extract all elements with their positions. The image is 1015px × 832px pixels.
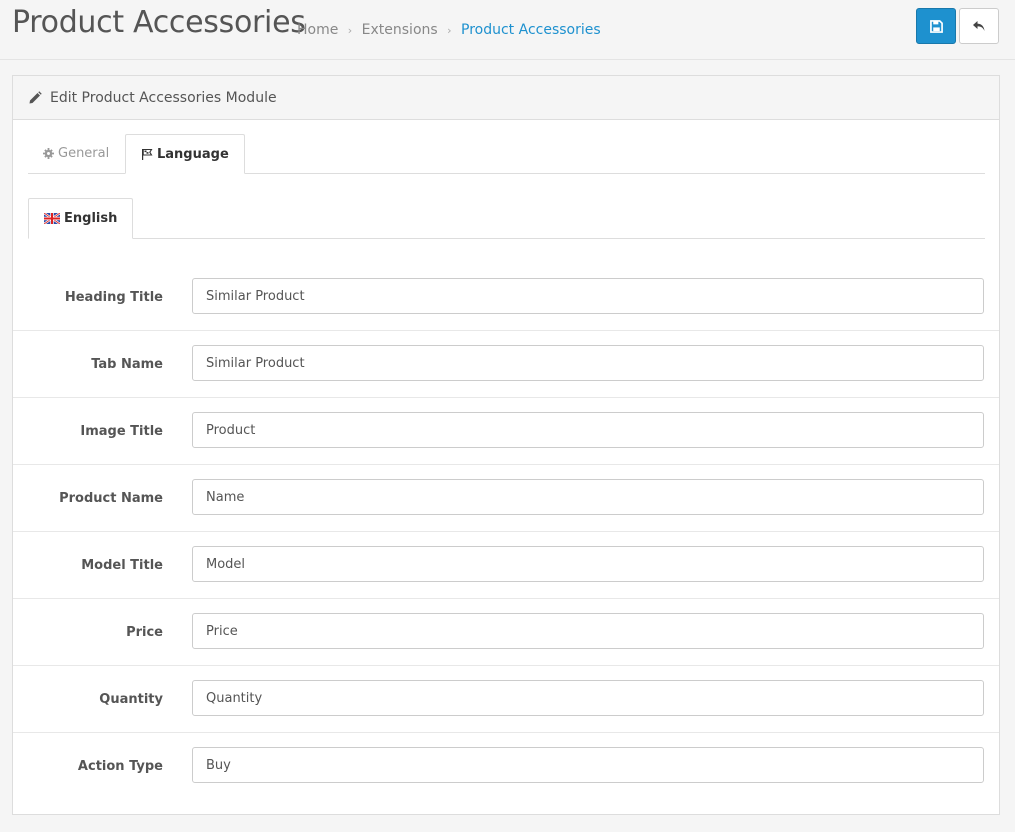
form-row: Heading Title xyxy=(13,264,999,331)
field-label: Image Title xyxy=(80,423,163,439)
reply-icon xyxy=(973,21,985,31)
save-button[interactable] xyxy=(916,8,956,44)
form-row: Action Type xyxy=(13,733,999,800)
tab-general[interactable]: General xyxy=(28,134,124,173)
panel-heading: Edit Product Accessories Module xyxy=(13,76,999,120)
field-label: Heading Title xyxy=(64,289,163,305)
save-icon xyxy=(929,19,943,33)
tab-language-label: Language xyxy=(157,146,229,162)
tab-english[interactable]: English xyxy=(28,198,134,239)
field-input[interactable] xyxy=(192,412,984,448)
field-input[interactable] xyxy=(192,546,984,582)
field-input[interactable] xyxy=(192,479,984,515)
field-input[interactable] xyxy=(192,747,984,783)
tab-language[interactable]: Language xyxy=(125,134,245,174)
field-input[interactable] xyxy=(192,613,984,649)
field-label: Model Title xyxy=(81,557,163,573)
panel-heading-title: Edit Product Accessories Module xyxy=(50,89,277,106)
field-input[interactable] xyxy=(192,680,984,716)
field-label: Product Name xyxy=(59,490,163,506)
form-row: Product Name xyxy=(13,465,999,532)
main-tabs: General Language xyxy=(28,134,985,174)
tab-english-label: English xyxy=(64,211,118,226)
breadcrumb-home[interactable]: Home xyxy=(297,22,338,38)
field-label: Tab Name xyxy=(91,356,163,372)
form-row: Tab Name xyxy=(13,331,999,398)
uk-flag-icon xyxy=(44,213,60,224)
language-tabs: English xyxy=(28,198,985,239)
back-button[interactable] xyxy=(959,8,999,44)
breadcrumb-separator-icon: › xyxy=(347,24,353,37)
page-header: Product Accessories Home › Extensions › … xyxy=(0,0,1015,60)
field-input[interactable] xyxy=(192,345,984,381)
form-row: Image Title xyxy=(13,398,999,465)
breadcrumb-extensions[interactable]: Extensions xyxy=(362,22,438,38)
breadcrumb-separator-icon: › xyxy=(447,24,452,37)
module-panel: Edit Product Accessories Module General xyxy=(12,75,1000,815)
form-row: Quantity xyxy=(13,666,999,733)
page-title: Product Accessories xyxy=(12,5,306,40)
breadcrumb: Home › Extensions › Product Accessories xyxy=(297,22,601,38)
form-row: Model Title xyxy=(13,532,999,599)
pencil-icon xyxy=(28,90,42,105)
cog-icon xyxy=(43,148,54,159)
field-label: Action Type xyxy=(77,759,163,774)
flag-icon xyxy=(141,148,153,160)
form-row: Price xyxy=(13,599,999,666)
field-input[interactable] xyxy=(192,278,984,314)
field-label: Quantity xyxy=(99,691,163,707)
field-label: Price xyxy=(126,624,163,640)
breadcrumb-current[interactable]: Product Accessories xyxy=(461,22,601,38)
tab-general-label: General xyxy=(58,146,110,161)
